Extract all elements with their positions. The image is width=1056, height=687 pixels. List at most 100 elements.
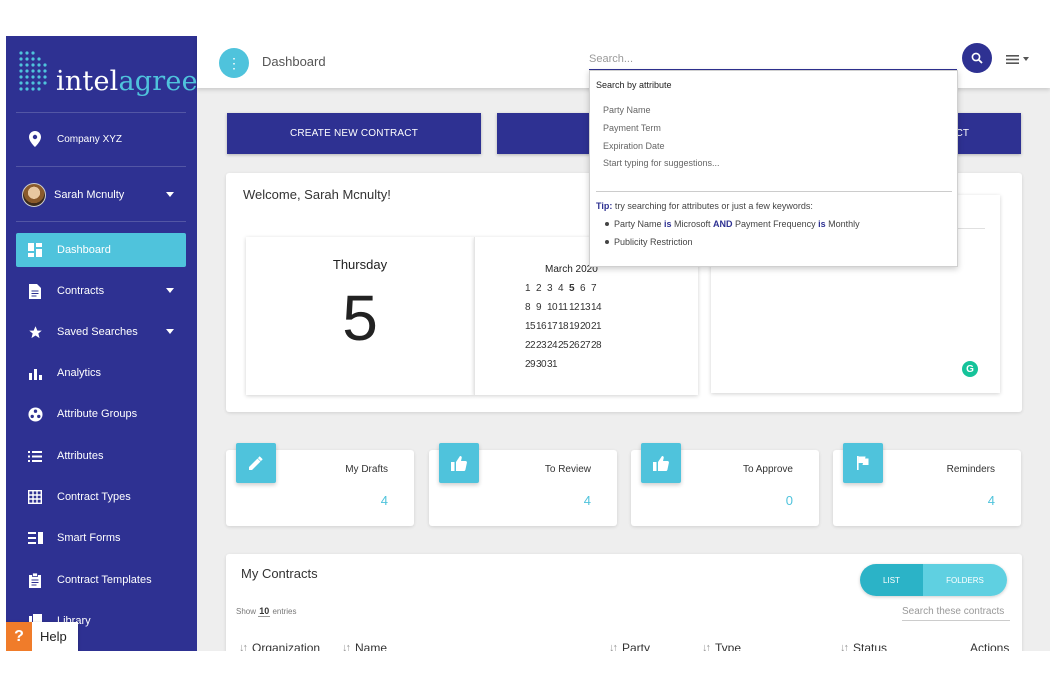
calendar-day[interactable]: 28 — [591, 336, 602, 355]
stat-card-my-drafts[interactable]: My Drafts 4 — [226, 443, 414, 526]
calendar-day[interactable]: 2 — [536, 279, 547, 298]
calendar-day[interactable]: 3 — [547, 279, 558, 298]
stat-card-to-approve[interactable]: To Approve 0 — [631, 443, 819, 526]
example-text: Monthly — [825, 219, 860, 229]
contracts-search-input[interactable]: Search these contracts — [902, 606, 1010, 621]
page-size-value[interactable]: 10 — [258, 606, 271, 617]
example-keyword: AND — [713, 219, 733, 229]
calendar-day[interactable]: 10 — [547, 298, 558, 317]
calendar-day[interactable]: 1 — [525, 279, 536, 298]
logo-accent: agree — [118, 66, 198, 97]
column-header-party[interactable]: ↓↑ Party — [609, 641, 650, 651]
column-header-status[interactable]: ↓↑ Status — [840, 641, 887, 651]
tip-label: Tip: — [596, 201, 613, 211]
suggestion-hint: Start typing for suggestions... — [603, 158, 720, 168]
sidebar-item-contract-templates[interactable]: Contract Templates — [16, 563, 186, 597]
more-vert-icon: ⋮ — [227, 54, 241, 71]
suggestion-party-name[interactable]: Party Name — [603, 105, 651, 115]
calendar-day[interactable]: 9 — [536, 298, 547, 317]
group-icon — [25, 404, 45, 424]
example-text: Microsoft — [671, 219, 714, 229]
company-selector[interactable]: Company XYZ — [16, 122, 186, 156]
dropdown-divider — [596, 191, 952, 192]
stat-value: 4 — [987, 493, 995, 508]
column-header-type[interactable]: ↓↑ Type — [702, 641, 741, 651]
more-vert-button[interactable]: ⋮ — [219, 48, 249, 78]
column-header-organization[interactable]: ↓↑ Organization — [239, 641, 320, 651]
calendar-day[interactable]: 4 — [558, 279, 569, 298]
sidebar-item-attribute-groups[interactable]: Attribute Groups — [16, 397, 186, 431]
create-new-contract-button[interactable]: CREATE NEW CONTRACT — [227, 113, 481, 154]
sidebar-item-dashboard[interactable]: Dashboard — [16, 233, 186, 267]
calendar-day[interactable]: 24 — [547, 336, 558, 355]
calendar-day[interactable]: 29 — [525, 355, 536, 374]
user-menu[interactable]: Sarah Mcnulty — [16, 178, 186, 212]
sidebar-item-contract-types[interactable]: Contract Types — [16, 480, 186, 514]
widget-divider — [957, 228, 985, 229]
calendar-day[interactable]: 30 — [536, 355, 547, 374]
calendar-day[interactable]: 11 — [558, 298, 569, 317]
example-query[interactable]: Publicity Restriction — [605, 237, 693, 247]
clipboard-icon — [25, 570, 45, 590]
calendar-day[interactable]: 6 — [580, 279, 591, 298]
show-suffix: entries — [270, 607, 297, 616]
welcome-text: Welcome, Sarah Mcnulty! — [243, 187, 391, 202]
list-view-button[interactable]: LIST — [860, 564, 923, 596]
column-header-name[interactable]: ↓↑ Name — [342, 641, 387, 651]
sort-icon: ↓↑ — [702, 642, 711, 651]
calendar-week: 22 23 24 25 26 27 28 — [525, 336, 602, 355]
sidebar-item-saved-searches[interactable]: Saved Searches — [16, 315, 186, 349]
calendar-day[interactable]: 20 — [580, 317, 591, 336]
sidebar-item-contracts[interactable]: Contracts — [16, 274, 186, 308]
calendar-day[interactable]: 22 — [525, 336, 536, 355]
calendar-day[interactable]: 19 — [569, 317, 580, 336]
logo[interactable]: intelagree — [18, 50, 198, 100]
suggestion-payment-term[interactable]: Payment Term — [603, 123, 661, 133]
dropdown-title: Search by attribute — [596, 80, 672, 90]
folders-view-button[interactable]: FOLDERS — [923, 564, 1007, 596]
sidebar-divider — [16, 112, 186, 113]
search-input[interactable] — [589, 48, 957, 70]
calendar-day[interactable]: 8 — [525, 298, 536, 317]
calendar-day[interactable]: 26 — [569, 336, 580, 355]
my-contracts-card: My Contracts LIST FOLDERS Show 10 entrie… — [226, 554, 1022, 651]
stat-card-reminders[interactable]: Reminders 4 — [833, 443, 1021, 526]
calendar-day[interactable]: 7 — [591, 279, 602, 298]
calendar-grid: 1 2 3 4 5 6 7 8 9 10 11 12 13 14 15 16 17 18 19 20 21 22 23 24 2… — [525, 279, 602, 374]
calendar-day[interactable]: 12 — [569, 298, 580, 317]
view-menu-button[interactable] — [1006, 51, 1036, 67]
stat-card-to-review[interactable]: To Review 4 — [429, 443, 617, 526]
column-label: Party — [622, 641, 651, 651]
calendar-day[interactable]: 14 — [591, 298, 602, 317]
stat-label: My Drafts — [345, 464, 388, 475]
calendar-day[interactable]: 31 — [547, 355, 558, 374]
stat-label: To Approve — [742, 464, 793, 475]
calendar-day[interactable]: 18 — [558, 317, 569, 336]
stat-value: 0 — [785, 493, 793, 508]
grammarly-icon[interactable]: G — [962, 361, 978, 377]
page-title: Dashboard — [262, 54, 326, 69]
sidebar-item-smart-forms[interactable]: Smart Forms — [16, 521, 186, 555]
calendar-day[interactable]: 17 — [547, 317, 558, 336]
help-button[interactable]: ? Help — [6, 622, 78, 651]
avatar — [22, 183, 46, 207]
stat-label: Reminders — [946, 464, 995, 475]
calendar-day[interactable]: 16 — [536, 317, 547, 336]
calendar-day[interactable]: 25 — [558, 336, 569, 355]
calendar-day[interactable]: 13 — [580, 298, 591, 317]
sidebar-item-analytics[interactable]: Analytics — [16, 356, 186, 390]
calendar-day[interactable]: 21 — [591, 317, 602, 336]
page-size-selector[interactable]: Show 10 entries — [236, 606, 297, 617]
sidebar-divider — [16, 166, 186, 167]
document-icon — [25, 281, 45, 301]
calendar-day[interactable]: 15 — [525, 317, 536, 336]
calendar-day[interactable]: 27 — [580, 336, 591, 355]
column-label: Organization — [252, 641, 321, 651]
search-button[interactable] — [962, 43, 992, 73]
example-query[interactable]: Party Name is Microsoft AND Payment Freq… — [605, 219, 860, 229]
sidebar-divider — [16, 221, 186, 222]
suggestion-expiration-date[interactable]: Expiration Date — [603, 141, 665, 151]
sidebar-item-attributes[interactable]: Attributes — [16, 439, 186, 473]
calendar-day[interactable]: 23 — [536, 336, 547, 355]
calendar-day[interactable]: 5 — [569, 279, 580, 298]
